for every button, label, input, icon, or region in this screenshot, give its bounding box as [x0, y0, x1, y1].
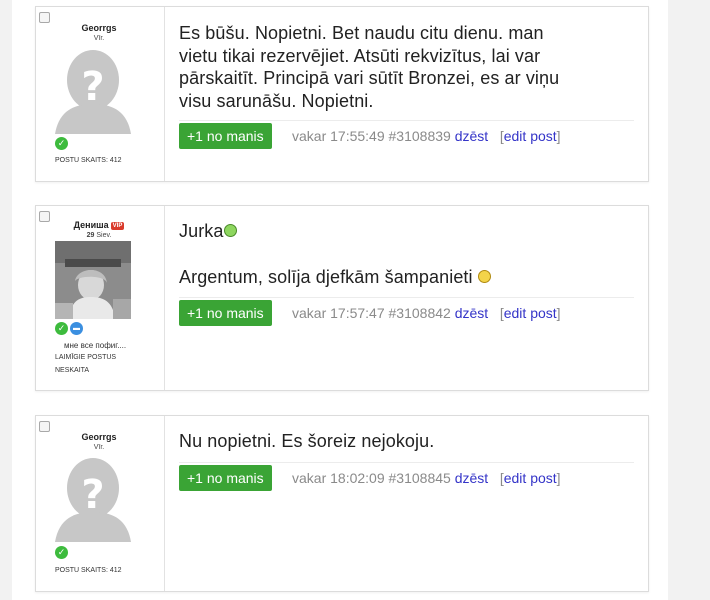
delete-link[interactable]: dzēst	[455, 128, 488, 144]
message-line: Es būšu. Nopietni. Bet naudu citu dienu.…	[179, 23, 544, 43]
post-message: Argentum, solīja djefkām šampanieti	[179, 266, 634, 289]
post-meta: vakar 18:02:09 #3108845 dzēst [edit post…	[292, 470, 561, 486]
svg-text:?: ?	[81, 64, 104, 110]
post-actions-bar: +1 no manis vakar 18:02:09 #3108845 dzēs…	[179, 462, 634, 491]
svg-text:?: ?	[81, 472, 104, 518]
delete-link[interactable]: dzēst	[455, 470, 488, 486]
author-name[interactable]: Georrgs	[54, 23, 144, 33]
message-line: vietu tikai rezervējiet. Atsūti rekvizīt…	[179, 45, 541, 66]
edit-post-link[interactable]: edit post	[504, 305, 557, 321]
author-name[interactable]: Georrgs	[54, 432, 144, 442]
avatar-photo	[55, 241, 131, 319]
post-meta: vakar 17:57:47 #3108842 dzēst [edit post…	[292, 305, 561, 321]
post: Georrgs Vīr. ? ✓ POSTU SKAITS: 412 Es bū…	[35, 6, 649, 182]
post-select-checkbox[interactable]	[39, 421, 50, 432]
avatar[interactable]: ?	[55, 452, 131, 542]
post-count-label: NESKAITA	[55, 367, 90, 374]
grin-smiley-icon	[223, 223, 237, 237]
post-author-panel: Дениша VIP 29 Siev. ✓ ▬ мне все пофиг...…	[36, 206, 165, 390]
post-actions-bar: +1 no manis vakar 17:57:47 #3108842 dzēs…	[179, 297, 634, 326]
edit-post-link[interactable]: edit post	[504, 128, 557, 144]
post-timestamp-id: vakar 17:57:47 #3108842	[292, 305, 451, 321]
post-title-line: Jurka	[179, 220, 237, 243]
avatar[interactable]: ?	[55, 44, 131, 134]
author-age-number: 29	[86, 232, 95, 239]
default-avatar-icon: ?	[55, 452, 131, 542]
post: Дениша VIP 29 Siev. ✓ ▬ мне все пофиг...…	[35, 205, 649, 391]
author-name[interactable]: Дениша VIP	[54, 220, 144, 230]
post-actions-bar: +1 no manis vakar 17:55:49 #3108839 dzēs…	[179, 120, 634, 149]
delete-link[interactable]: dzēst	[455, 305, 488, 321]
laughing-smiley-icon	[477, 269, 491, 283]
edit-post-link[interactable]: edit post	[504, 470, 557, 486]
plus-one-button[interactable]: +1 no manis	[179, 123, 272, 149]
author-gender: Siev.	[96, 232, 112, 239]
plus-one-button[interactable]: +1 no manis	[179, 465, 272, 491]
author-age: 29 Siev.	[54, 232, 144, 239]
post-meta: vakar 17:55:49 #3108839 dzēst [edit post…	[292, 128, 561, 144]
verified-check-icon: ✓	[55, 137, 68, 150]
author-name-text: Дениша	[73, 220, 109, 230]
post-author-panel: Georrgs Vīr. ? ✓ POSTU SKAITS: 412	[36, 416, 165, 591]
post-title-text: Jurka	[179, 221, 224, 241]
vip-badge: VIP	[110, 221, 125, 230]
post-count: POSTU SKAITS: 412	[55, 157, 122, 164]
verified-check-icon: ✓	[55, 322, 68, 335]
author-gender: Vīr.	[93, 444, 105, 451]
avatar[interactable]	[55, 241, 131, 319]
verified-check-icon: ✓	[55, 546, 68, 559]
post-select-checkbox[interactable]	[39, 12, 50, 23]
post-message: Es būšu. Nopietni. Bet naudu citu dienu.…	[179, 22, 634, 112]
post-count-label: LAIMĪGIE POSTUS	[55, 354, 117, 361]
post-count: POSTU SKAITS: 412	[55, 567, 122, 574]
post: Georrgs Vīr. ? ✓ POSTU SKAITS: 412 Nu no…	[35, 415, 649, 592]
author-gender: Vīr.	[93, 35, 105, 42]
chat-bubble-icon[interactable]: ▬	[70, 322, 83, 335]
message-line: pārskaitīt. Principā vari sūtīt Bronzei,…	[179, 68, 560, 88]
post-timestamp-id: vakar 17:55:49 #3108839	[292, 128, 451, 144]
message-line: visu sarunāšu. Nopietni.	[179, 90, 374, 111]
message-line: Nu nopietni. Es šoreiz nejokoju.	[179, 431, 435, 451]
page-right-gutter	[668, 0, 710, 600]
default-avatar-icon: ?	[55, 44, 131, 134]
post-author-panel: Georrgs Vīr. ? ✓ POSTU SKAITS: 412	[36, 7, 165, 181]
message-line: Argentum, solīja djefkām šampanieti	[179, 267, 473, 287]
post-message: Nu nopietni. Es šoreiz nejokoju.	[179, 430, 634, 453]
plus-one-button[interactable]: +1 no manis	[179, 300, 272, 326]
forum-page: Georrgs Vīr. ? ✓ POSTU SKAITS: 412 Es bū…	[12, 0, 668, 600]
post-timestamp-id: vakar 18:02:09 #3108845	[292, 470, 451, 486]
post-select-checkbox[interactable]	[39, 211, 50, 222]
